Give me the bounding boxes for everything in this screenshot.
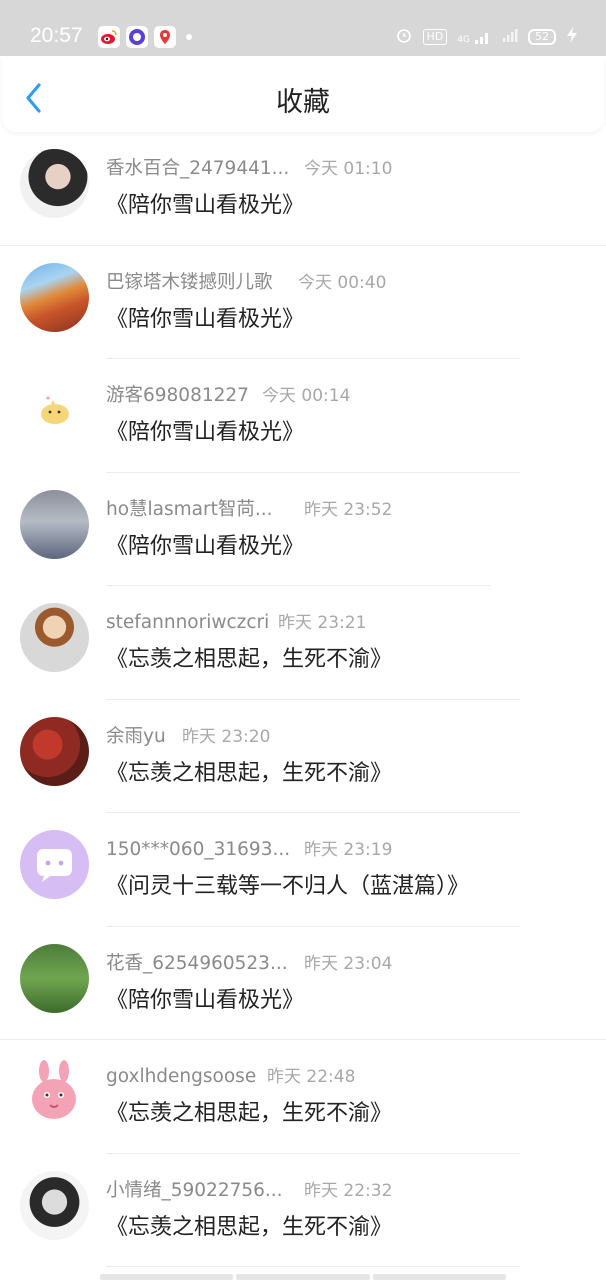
favorites-list: 香水百合_2479441... 今天 01:10 《陪你雪山看极光》 巴镓塔木镂…	[0, 132, 606, 1267]
timestamp: 昨天 22:32	[304, 1180, 393, 1201]
timestamp: 今天 00:14	[262, 386, 351, 406]
hd-badge: HD	[422, 28, 448, 45]
status-time: 20:57	[30, 24, 83, 47]
user-name[interactable]: stefannnoriwczcri	[106, 612, 278, 633]
user-name[interactable]: 游客698081227	[106, 381, 262, 407]
list-item[interactable]: 150***060_31693... 昨天 23:19 《问灵十三载等一不归人（…	[0, 813, 606, 927]
user-name[interactable]: 香水百合_2479441...	[106, 154, 304, 180]
app-icon	[126, 26, 148, 48]
song-title[interactable]: 《忘羡之相思起，生死不渝》	[106, 1095, 392, 1127]
list-item[interactable]: 游客698081227 今天 00:14 《陪你雪山看极光》	[0, 359, 606, 473]
battery-icon: 52	[528, 28, 556, 45]
item-meta: 小情绪_59022756... 昨天 22:32	[106, 1176, 392, 1202]
song-title[interactable]: 《陪你雪山看极光》	[106, 982, 304, 1014]
list-item[interactable]: 余雨yu 昨天 23:20 《忘羡之相思起，生死不渝》	[0, 700, 606, 813]
avatar[interactable]	[20, 943, 89, 1013]
item-meta: goxlhdengsoose 昨天 22:48	[106, 1062, 355, 1087]
alarm-icon	[395, 26, 413, 47]
charging-icon	[566, 26, 578, 47]
status-indicators: HD 4G 52	[395, 26, 578, 47]
item-meta: 巴镓塔木镂撼则儿歌 今天 00:40	[106, 268, 386, 294]
user-name[interactable]: goxlhdengsoose	[106, 1066, 267, 1087]
avatar[interactable]	[20, 603, 89, 672]
weibo-icon	[98, 26, 120, 48]
song-title[interactable]: 《忘羡之相思起，生死不渝》	[106, 1209, 392, 1241]
item-meta: stefannnoriwczcri 昨天 23:21	[106, 608, 366, 633]
user-name[interactable]: 小情绪_59022756...	[106, 1176, 304, 1202]
hamster-sticker-icon	[41, 396, 69, 424]
song-title[interactable]: 《忘羡之相思起，生死不渝》	[106, 755, 392, 787]
signal-icon: 4G	[457, 29, 492, 45]
song-title[interactable]: 《陪你雪山看极光》	[106, 301, 304, 333]
item-meta: ho慧lasmart智苘... 昨天 23:52	[106, 495, 392, 521]
timestamp: 昨天 22:48	[267, 1067, 356, 1087]
item-meta: 150***060_31693... 昨天 23:19	[106, 835, 392, 860]
item-meta: 游客698081227 今天 00:14	[106, 381, 350, 407]
item-meta: 余雨yu 昨天 23:20	[106, 722, 270, 748]
timestamp: 昨天 23:21	[278, 613, 367, 633]
notification-icons	[98, 26, 192, 48]
timestamp: 昨天 23:19	[304, 840, 393, 860]
timestamp: 昨天 23:20	[182, 726, 271, 747]
avatar[interactable]	[20, 1057, 89, 1126]
list-item[interactable]: ho慧lasmart智苘... 昨天 23:52 《陪你雪山看极光》	[0, 473, 606, 586]
timestamp: 昨天 23:04	[304, 953, 393, 974]
avatar[interactable]	[20, 489, 89, 559]
user-name[interactable]: 巴镓塔木镂撼则儿歌	[106, 268, 298, 294]
timestamp: 今天 01:10	[304, 159, 393, 179]
user-name[interactable]: 余雨yu	[106, 722, 182, 748]
song-title[interactable]: 《陪你雪山看极光》	[106, 414, 304, 446]
song-title[interactable]: 《忘羡之相思起，生死不渝》	[106, 641, 392, 673]
list-item[interactable]: 巴镓塔木镂撼则儿歌 今天 00:40 《陪你雪山看极光》	[0, 246, 606, 359]
user-name[interactable]: ho慧lasmart智苘...	[106, 495, 304, 521]
song-title[interactable]: 《问灵十三载等一不归人（蓝湛篇）》	[106, 868, 469, 900]
item-meta: 香水百合_2479441... 今天 01:10	[106, 154, 392, 180]
user-name[interactable]: 花香_6254960523...	[106, 949, 304, 975]
chat-bubble-icon	[37, 849, 72, 882]
user-name[interactable]: 150***060_31693...	[106, 839, 304, 860]
list-item[interactable]: 香水百合_2479441... 今天 01:10 《陪你雪山看极光》	[0, 132, 606, 246]
item-meta: 花香_6254960523... 昨天 23:04	[106, 949, 392, 975]
song-title[interactable]: 《陪你雪山看极光》	[106, 528, 304, 560]
pink-bunny-sticker-icon	[32, 1060, 76, 1119]
avatar[interactable]	[20, 262, 89, 332]
divider	[106, 1266, 520, 1267]
list-item[interactable]: goxlhdengsoose 昨天 22:48 《忘羡之相思起，生死不渝》	[0, 1040, 606, 1154]
avatar[interactable]	[20, 716, 89, 786]
timestamp: 今天 00:40	[298, 272, 387, 293]
bottom-edge	[100, 1274, 506, 1280]
avatar[interactable]	[20, 149, 89, 218]
signal-2-icon	[502, 27, 518, 46]
page-title: 收藏	[276, 87, 330, 118]
status-bar: 20:57 HD 4G 52	[0, 0, 606, 56]
list-item[interactable]: stefannnoriwczcri 昨天 23:21 《忘羡之相思起，生死不渝》	[0, 586, 606, 700]
song-title[interactable]: 《陪你雪山看极光》	[106, 187, 304, 219]
map-pin-icon	[154, 26, 176, 48]
list-item[interactable]: 小情绪_59022756... 昨天 22:32 《忘羡之相思起，生死不渝》	[0, 1154, 606, 1267]
network-type: 4G	[457, 34, 470, 45]
avatar[interactable]	[20, 830, 89, 899]
avatar[interactable]	[20, 376, 89, 445]
more-notifications-dot	[186, 34, 192, 40]
list-item[interactable]: 花香_6254960523... 昨天 23:04 《陪你雪山看极光》	[0, 927, 606, 1040]
timestamp: 昨天 23:52	[304, 499, 393, 520]
nav-bar: 收藏	[2, 56, 604, 132]
avatar[interactable]	[20, 1170, 89, 1240]
